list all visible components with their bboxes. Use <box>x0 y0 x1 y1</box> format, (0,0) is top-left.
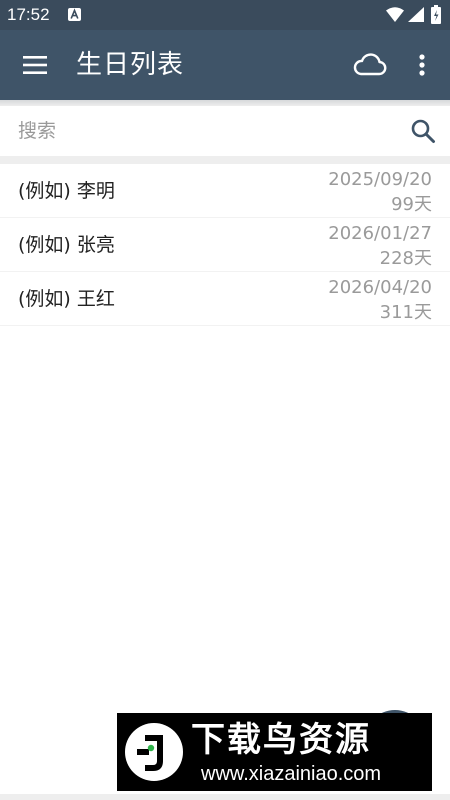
status-time: 17:52 <box>7 5 50 24</box>
list-item[interactable]: (例如) 张亮 2026/01/27 228天 <box>0 218 450 272</box>
birthday-date: 2026/04/20 <box>328 277 432 298</box>
search-input[interactable] <box>18 114 388 148</box>
person-name: (例如) 李明 <box>18 180 115 202</box>
more-vert-icon[interactable] <box>410 50 434 80</box>
watermark-url: www.xiazainiao.com <box>201 763 382 785</box>
bird-logo-icon <box>125 723 183 781</box>
list-item[interactable]: (例如) 王红 2026/04/20 311天 <box>0 272 450 326</box>
search-icon[interactable] <box>410 118 436 144</box>
bottom-edge <box>0 794 450 800</box>
divider <box>0 156 450 164</box>
wifi-icon <box>386 7 404 22</box>
battery-icon <box>431 5 441 24</box>
cloud-icon[interactable] <box>352 50 388 80</box>
page-title: 生日列表 <box>76 50 185 80</box>
days-remaining: 228天 <box>379 248 432 269</box>
watermark: 下载鸟资源 www.xiazainiao.com <box>117 713 432 791</box>
watermark-title: 下载鸟资源 <box>191 720 371 760</box>
search-bar <box>0 106 450 156</box>
days-remaining: 311天 <box>379 302 432 323</box>
hamburger-menu-icon[interactable] <box>20 52 50 78</box>
person-name: (例如) 张亮 <box>18 234 115 256</box>
person-name: (例如) 王红 <box>18 288 115 310</box>
cell-signal-icon <box>408 7 424 22</box>
birthday-date: 2026/01/27 <box>328 223 432 244</box>
birthday-date: 2025/09/20 <box>328 169 432 190</box>
birthday-list: (例如) 李明 2025/09/20 99天 (例如) 张亮 2026/01/2… <box>0 164 450 326</box>
a-badge-icon <box>68 8 81 21</box>
list-item[interactable]: (例如) 李明 2025/09/20 99天 <box>0 164 450 218</box>
days-remaining: 99天 <box>391 194 432 215</box>
app-bar: 生日列表 <box>0 30 450 100</box>
status-bar: 17:52 <box>0 0 450 30</box>
